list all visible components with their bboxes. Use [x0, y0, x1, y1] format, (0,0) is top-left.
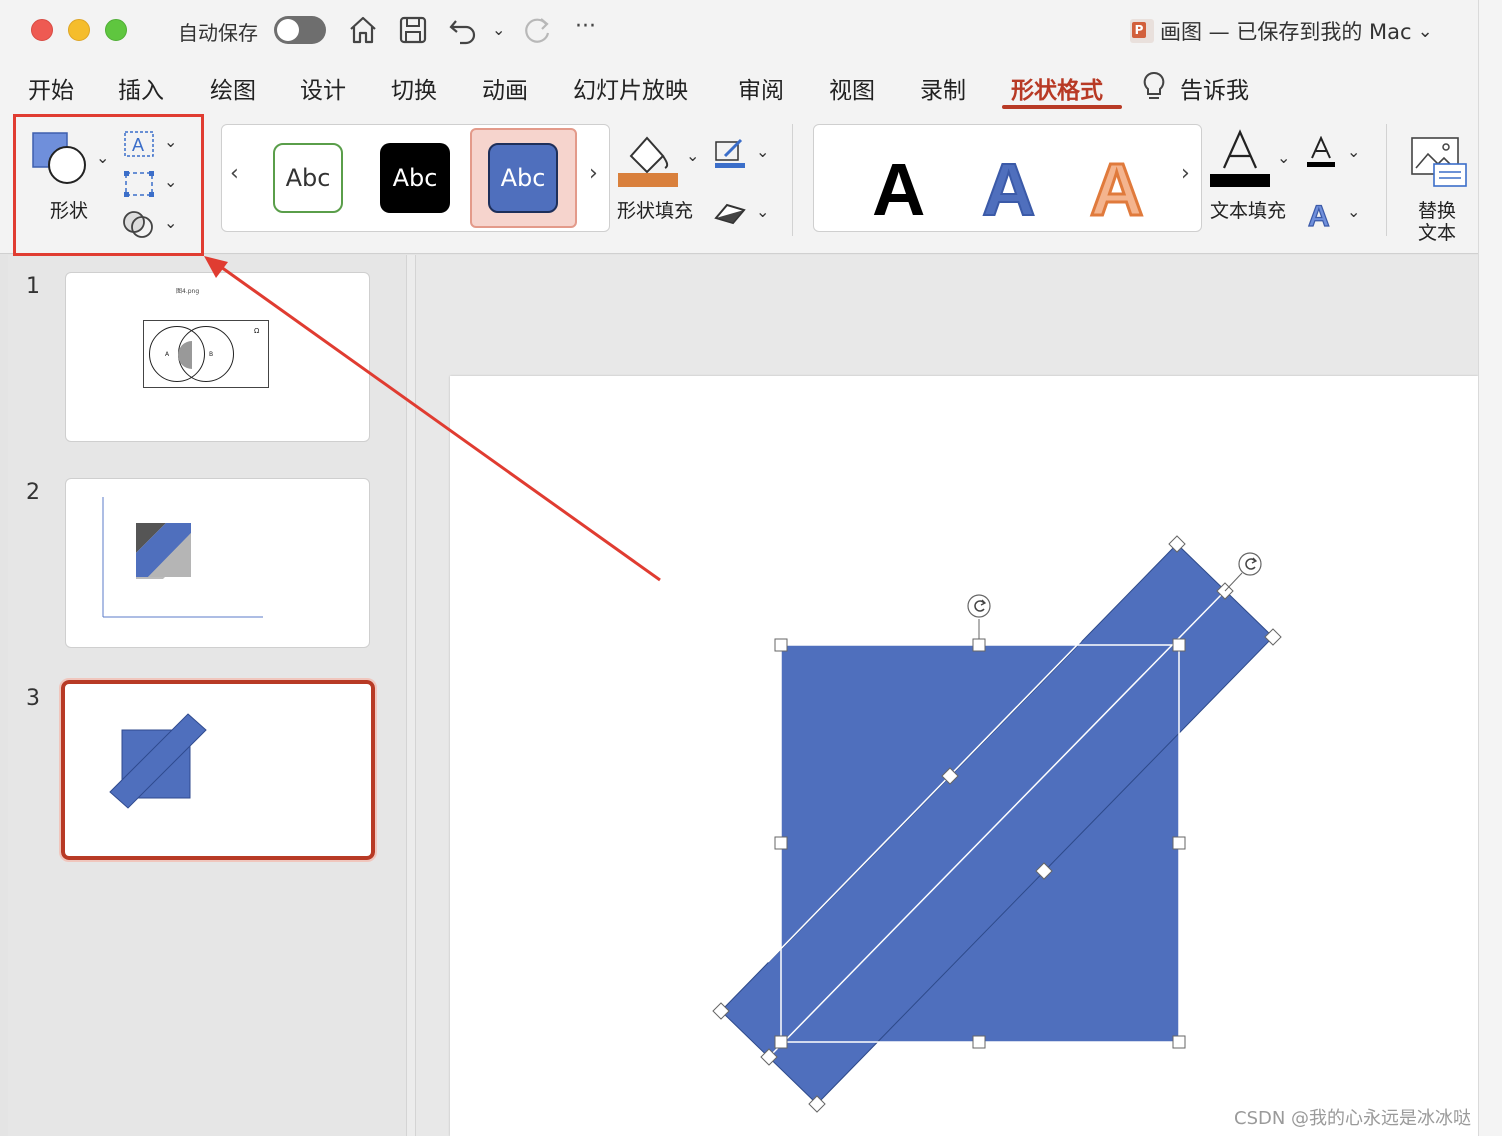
square-rotate-handle-icon[interactable] [967, 594, 991, 618]
vertical-scrollbar[interactable] [1478, 0, 1502, 1136]
annotation-arrow [204, 256, 661, 582]
slide-shapes-layer [204, 256, 1282, 1113]
rect-rotate-handle-icon[interactable] [1238, 552, 1262, 576]
watermark: CSDN @我的心永远是冰冰哒 [1234, 1108, 1472, 1129]
shapes-highlight-box [13, 114, 204, 256]
